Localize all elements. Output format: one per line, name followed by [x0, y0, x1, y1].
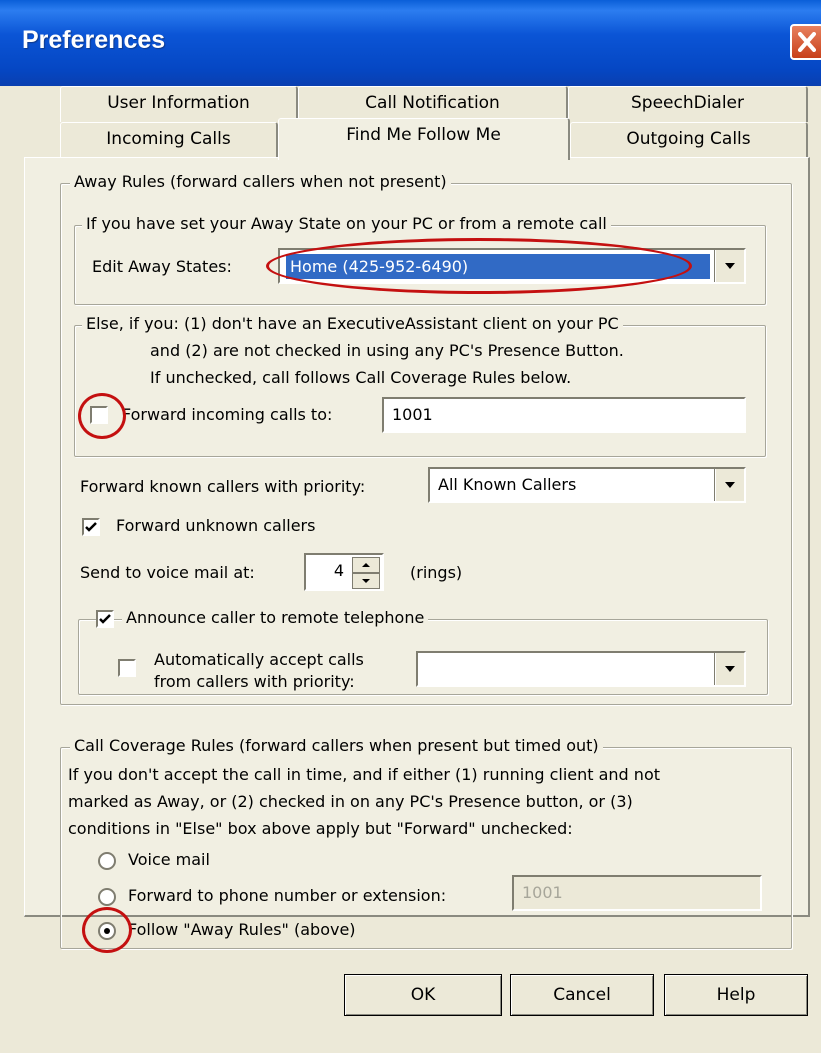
spin-up-button[interactable] [352, 557, 380, 573]
away-rules-legend: Away Rules (forward callers when not pre… [70, 172, 451, 191]
edit-away-states-label: Edit Away States: [92, 257, 232, 276]
tab-label: Call Notification [365, 93, 500, 113]
auto-accept-line1: Automatically accept calls [154, 650, 364, 669]
forward-incoming-label: Forward incoming calls to: [122, 405, 333, 424]
dropdown-button[interactable] [715, 250, 744, 282]
arrow-down-icon [362, 579, 370, 583]
tab-find-me-follow-me[interactable]: Find Me Follow Me [278, 118, 570, 160]
dropdown-button[interactable] [715, 469, 744, 501]
tab-incoming-calls[interactable]: Incoming Calls [60, 122, 278, 158]
tab-label: SpeechDialer [630, 93, 745, 113]
else-line-2: and (2) are not checked in using any PC'… [150, 341, 624, 360]
preferences-dialog: Preferences User Information Call Notifi… [0, 0, 821, 1053]
tab-call-notification[interactable]: Call Notification [298, 86, 568, 122]
tab-user-information[interactable]: User Information [60, 86, 298, 122]
auto-accept-checkbox[interactable] [118, 659, 136, 677]
tab-label: Outgoing Calls [626, 129, 751, 149]
spin-down-button[interactable] [352, 573, 380, 589]
chevron-down-icon [725, 666, 735, 672]
announce-legend: Announce caller to remote telephone [122, 608, 429, 627]
tab-speechdialer[interactable]: SpeechDialer [568, 86, 808, 122]
voicemail-label: Send to voice mail at: [80, 563, 255, 582]
help-button[interactable]: Help [664, 974, 808, 1016]
auto-accept-line2: from callers with priority: [154, 672, 355, 691]
coverage-legend: Call Coverage Rules (forward callers whe… [70, 736, 603, 755]
rings-label: (rings) [410, 563, 463, 582]
tab-label: User Information [107, 93, 250, 113]
ok-button[interactable]: OK [344, 974, 502, 1016]
away-state-legend: If you have set your Away State on your … [82, 214, 611, 233]
known-callers-value: All Known Callers [438, 475, 577, 494]
auto-accept-select[interactable] [416, 651, 746, 687]
coverage-line-1: If you don't accept the call in time, an… [68, 765, 660, 784]
checkmark-icon [99, 614, 111, 624]
chevron-down-icon [725, 263, 735, 269]
close-button[interactable] [790, 24, 821, 60]
dropdown-button[interactable] [715, 653, 744, 685]
annotation-ellipse [266, 238, 692, 294]
checkmark-icon [85, 522, 97, 532]
annotation-circle [82, 907, 132, 953]
chevron-down-icon [725, 482, 735, 488]
forward-incoming-input[interactable]: 1001 [382, 397, 746, 433]
tab-label: Incoming Calls [106, 129, 231, 149]
else-line-3: If unchecked, call follows Call Coverage… [150, 368, 572, 387]
radio-forward-number[interactable] [98, 888, 116, 906]
radio-forward-number-label: Forward to phone number or extension: [128, 886, 447, 905]
title-bar[interactable]: Preferences [0, 0, 821, 86]
tab-label: Find Me Follow Me [346, 125, 501, 145]
radio-voice-mail-label: Voice mail [128, 850, 210, 869]
coverage-line-2: marked as Away, or (2) checked in on any… [68, 792, 633, 811]
forward-unknown-label: Forward unknown callers [116, 516, 316, 535]
voicemail-rings-input[interactable]: 4 [304, 553, 384, 591]
radio-voice-mail[interactable] [98, 852, 116, 870]
tab-outgoing-calls[interactable]: Outgoing Calls [570, 122, 808, 158]
coverage-line-3: conditions in "Else" box above apply but… [68, 819, 573, 838]
arrow-up-icon [362, 563, 370, 567]
annotation-circle [78, 393, 126, 439]
known-callers-select[interactable]: All Known Callers [428, 467, 746, 503]
else-legend: Else, if you: (1) don't have an Executiv… [82, 314, 623, 333]
radio-follow-away-rules-label: Follow "Away Rules" (above) [128, 920, 356, 939]
forward-number-input[interactable]: 1001 [512, 875, 762, 911]
window-title: Preferences [22, 26, 166, 54]
cancel-button[interactable]: Cancel [510, 974, 654, 1016]
known-callers-label: Forward known callers with priority: [80, 477, 366, 496]
forward-unknown-checkbox[interactable] [82, 518, 100, 536]
close-icon [798, 32, 816, 52]
announce-checkbox[interactable] [96, 610, 114, 628]
voicemail-rings-value: 4 [333, 561, 344, 580]
